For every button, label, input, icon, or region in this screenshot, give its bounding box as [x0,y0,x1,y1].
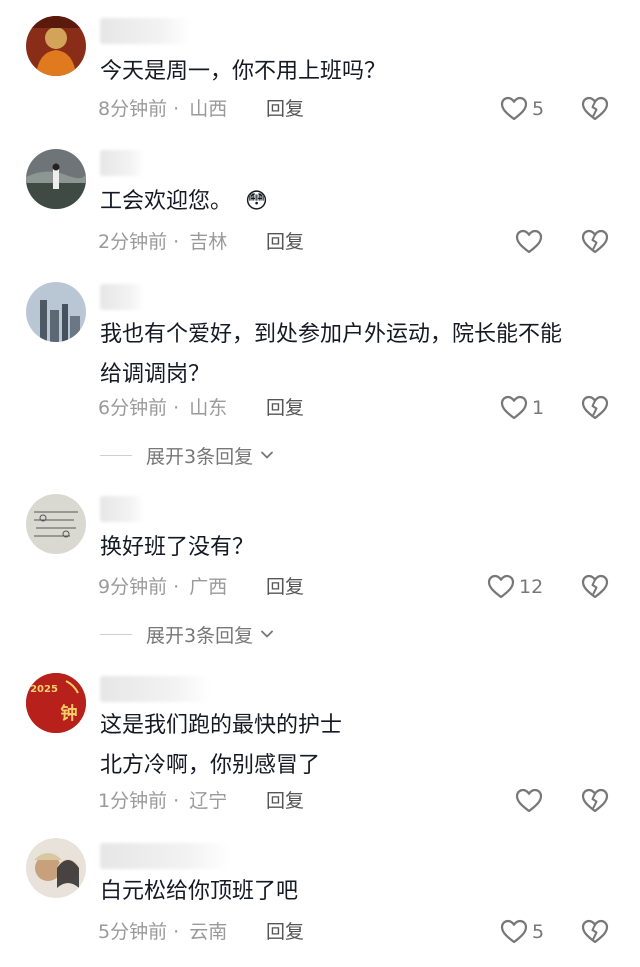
chevron-down-icon [259,447,275,463]
like-count: 1 [532,397,545,419]
reply-button[interactable]: 回复 [266,917,304,947]
heart-outline-icon [500,394,528,422]
comment-meta: 1分钟前 · 辽宁 [98,786,227,816]
reply-button[interactable]: 回复 [266,786,304,816]
username-blurred[interactable] [100,150,144,176]
heart-outline-icon [500,918,528,946]
broken-heart-icon[interactable] [581,95,609,123]
expand-replies-label: 展开3条回复 [146,624,254,647]
username-blurred[interactable] [100,284,144,310]
comment-meta: 9分钟前 · 广西 [98,572,227,602]
comment-text-line: 给调调岗？ [100,362,211,387]
like-button[interactable]: 5 [500,94,544,124]
meta-separator: · [173,921,180,943]
like-button[interactable] [515,786,547,816]
comment-meta: 2分钟前 · 吉林 [98,227,227,257]
meta-separator: · [173,790,180,812]
comment-location: 山东 [189,397,228,419]
reply-button[interactable]: 回复 [266,227,304,257]
like-button[interactable]: 12 [487,572,543,602]
like-button[interactable]: 5 [500,917,544,947]
flushed-face-emoji: 😳 [245,189,268,214]
reply-button[interactable]: 回复 [266,572,304,602]
comment-location: 山西 [189,98,228,120]
username-blurred[interactable] [100,496,144,522]
broken-heart-icon[interactable] [581,394,609,422]
comment-text-line: 我也有个爱好，到处参加户外运动，院长能不能 [100,322,563,347]
avatar[interactable] [26,494,86,554]
comment-text: 今天是周一，你不用上班吗？ [100,59,387,84]
comment-meta: 8分钟前 · 山西 [98,94,227,124]
comment-meta: 6分钟前 · 山东 [98,393,227,423]
comment-text: 换好班了没有？ [100,535,255,560]
comment-text-line: 这是我们跑的最快的护士 [100,713,343,738]
comment-text: 这是我们跑的最快的护士 北方冷啊，你别感冒了 [100,706,612,786]
comment-time: 6分钟前 [98,397,168,419]
comment-text-line: 北方冷啊，你别感冒了 [100,753,321,778]
expand-replies-button[interactable]: 展开3条回复 [100,441,275,469]
heart-outline-icon [515,228,543,256]
like-count: 12 [519,576,544,598]
like-count: 5 [532,921,545,943]
avatar-main-text: 钟 [61,703,78,724]
meta-separator: · [173,576,180,598]
like-count: 5 [532,98,545,120]
comment-time: 9分钟前 [98,576,168,598]
like-button[interactable]: 1 [500,393,544,423]
reply-button[interactable]: 回复 [266,94,304,124]
meta-separator: · [173,98,180,120]
comment-text-content: 工会欢迎您。 [100,189,233,214]
comment-time: 1分钟前 [98,790,168,812]
reply-button[interactable]: 回复 [266,393,304,423]
comment-text: 白元松给你顶班了吧 [100,879,299,904]
like-button[interactable] [515,227,547,257]
avatar[interactable] [26,16,86,76]
avatar[interactable] [26,282,86,342]
comment-location: 广西 [189,576,228,598]
divider [100,454,132,456]
comment-time: 8分钟前 [98,98,168,120]
expand-replies-button[interactable]: 展开3条回复 [100,620,275,648]
divider [100,633,132,635]
comment-text: 我也有个爱好，到处参加户外运动，院长能不能 给调调岗？ [100,315,612,395]
username-blurred[interactable] [100,843,230,869]
comment-location: 辽宁 [189,790,228,812]
meta-separator: · [173,231,180,253]
heart-outline-icon [500,95,528,123]
broken-heart-icon[interactable] [581,787,609,815]
comment-time: 2分钟前 [98,231,168,253]
meta-separator: · [173,397,180,419]
avatar[interactable] [26,838,86,898]
expand-replies-label: 展开3条回复 [146,445,254,468]
broken-heart-icon[interactable] [581,918,609,946]
broken-heart-icon[interactable] [581,228,609,256]
comment-text: 工会欢迎您。 😳 [100,182,612,222]
username-blurred[interactable] [100,18,190,44]
broken-heart-icon[interactable] [581,573,609,601]
avatar-year-text: 2025 [30,684,58,695]
avatar[interactable]: 2025 钟 [26,673,86,733]
comment-meta: 5分钟前 · 云南 [98,917,227,947]
username-blurred[interactable] [100,676,210,702]
comment-time: 5分钟前 [98,921,168,943]
comment-location: 云南 [189,921,228,943]
chevron-down-icon [259,626,275,642]
heart-outline-icon [487,573,515,601]
avatar[interactable] [26,149,86,209]
comment-location: 吉林 [189,231,228,253]
heart-outline-icon [515,787,543,815]
